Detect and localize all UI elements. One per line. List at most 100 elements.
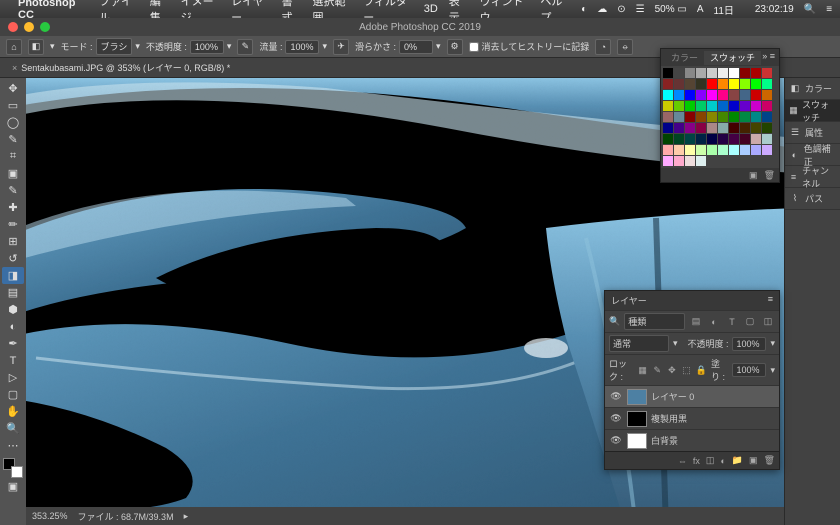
- swatch-color[interactable]: [696, 134, 706, 144]
- layer-fx-icon[interactable]: fx: [693, 456, 700, 466]
- swatch-color[interactable]: [718, 145, 728, 155]
- swatch-color[interactable]: [696, 101, 706, 111]
- swatch-color[interactable]: [751, 145, 761, 155]
- filter-shape-icon[interactable]: ▢: [743, 315, 757, 329]
- lasso-tool[interactable]: ◯: [2, 114, 24, 131]
- smoothing-input[interactable]: 0%: [399, 40, 433, 54]
- layer-opacity-input[interactable]: 100%: [732, 337, 766, 351]
- swatch-color[interactable]: [696, 90, 706, 100]
- swatch-color[interactable]: [740, 145, 750, 155]
- swatch-color[interactable]: [762, 123, 772, 133]
- search-icon[interactable]: 🔍: [804, 4, 816, 15]
- notification-icon[interactable]: ≡: [826, 4, 832, 15]
- swatch-color[interactable]: [707, 145, 717, 155]
- swatch-color[interactable]: [663, 90, 673, 100]
- swatch-color[interactable]: [718, 79, 728, 89]
- pressure-size-icon[interactable]: ◔: [595, 39, 611, 55]
- history-brush-tool[interactable]: ↺: [2, 250, 24, 267]
- swatch-color[interactable]: [729, 112, 739, 122]
- layer-thumbnail[interactable]: [627, 389, 647, 405]
- swatch-color[interactable]: [751, 79, 761, 89]
- pressure-opacity-icon[interactable]: ✎: [237, 39, 253, 55]
- hand-tool[interactable]: ✋: [2, 403, 24, 420]
- swatch-color[interactable]: [762, 79, 772, 89]
- swatch-color[interactable]: [674, 156, 684, 166]
- layer-row[interactable]: 👁 複製用黒: [605, 407, 779, 429]
- new-swatch-icon[interactable]: ▣: [749, 170, 758, 181]
- layers-panel-title[interactable]: レイヤー: [611, 294, 647, 307]
- color-swatch[interactable]: [3, 458, 23, 478]
- swatch-color[interactable]: [685, 112, 695, 122]
- swatch-color[interactable]: [663, 68, 673, 78]
- document-tab[interactable]: ×Sentakubasami.JPG @ 353% (レイヤー 0, RGB/8…: [4, 58, 238, 77]
- input-source-icon[interactable]: A: [697, 4, 704, 15]
- zoom-level[interactable]: 353.25%: [32, 511, 68, 521]
- symmetry-icon[interactable]: ⦵: [617, 39, 633, 55]
- swatch-color[interactable]: [751, 68, 761, 78]
- swatch-color[interactable]: [762, 112, 772, 122]
- frame-tool[interactable]: ▣: [2, 165, 24, 182]
- eyedropper-tool[interactable]: ✎: [2, 182, 24, 199]
- swatch-color[interactable]: [663, 101, 673, 111]
- layer-thumbnail[interactable]: [627, 411, 647, 427]
- swatch-color[interactable]: [718, 68, 728, 78]
- type-tool[interactable]: T: [2, 352, 24, 369]
- window-minimize-button[interactable]: [24, 22, 34, 32]
- smoothing-options-icon[interactable]: ⚙: [447, 39, 463, 55]
- swatch-color[interactable]: [696, 68, 706, 78]
- tab-swatches[interactable]: スウォッチ: [704, 51, 761, 65]
- eraser-tool[interactable]: ◨: [2, 267, 24, 284]
- swatch-color[interactable]: [729, 123, 739, 133]
- swatch-color[interactable]: [685, 134, 695, 144]
- lock-artboard-icon[interactable]: ⬚: [681, 363, 692, 377]
- swatch-color[interactable]: [696, 156, 706, 166]
- panel-paths[interactable]: ⌇パス: [785, 188, 840, 210]
- swatch-color[interactable]: [696, 145, 706, 155]
- opacity-input[interactable]: 100%: [190, 40, 224, 54]
- layer-name[interactable]: 白背景: [651, 434, 678, 447]
- swatch-color[interactable]: [663, 156, 673, 166]
- swatch-color[interactable]: [740, 112, 750, 122]
- visibility-icon[interactable]: 👁: [609, 413, 623, 424]
- visibility-icon[interactable]: 👁: [609, 391, 623, 402]
- lock-all-icon[interactable]: 🔒: [696, 363, 707, 377]
- filter-smart-icon[interactable]: ◫: [761, 315, 775, 329]
- swatch-color[interactable]: [707, 134, 717, 144]
- path-select-tool[interactable]: ▷: [2, 369, 24, 386]
- close-tab-icon[interactable]: ×: [12, 63, 17, 73]
- layer-name[interactable]: 複製用黒: [651, 412, 687, 425]
- swatch-color[interactable]: [685, 101, 695, 111]
- swatch-color[interactable]: [751, 134, 761, 144]
- menubar-time[interactable]: 23:02:19: [755, 4, 794, 15]
- swatch-color[interactable]: [718, 101, 728, 111]
- swatch-color[interactable]: [740, 123, 750, 133]
- panel-channels[interactable]: ≡チャンネル: [785, 166, 840, 188]
- layer-filter-select[interactable]: 種類: [624, 313, 685, 330]
- swatch-color[interactable]: [729, 90, 739, 100]
- swatch-color[interactable]: [729, 101, 739, 111]
- swatch-color[interactable]: [718, 134, 728, 144]
- crop-tool[interactable]: ⌗: [2, 148, 24, 165]
- swatch-color[interactable]: [729, 79, 739, 89]
- swatch-color[interactable]: [729, 145, 739, 155]
- status-menu-icon[interactable]: ▸: [184, 511, 189, 522]
- airbrush-icon[interactable]: ✈: [333, 39, 349, 55]
- filter-adjust-icon[interactable]: ◐: [707, 315, 721, 329]
- swatch-color[interactable]: [762, 90, 772, 100]
- delete-swatch-icon[interactable]: 🗑: [764, 170, 775, 181]
- marquee-tool[interactable]: ▭: [2, 97, 24, 114]
- layer-thumbnail[interactable]: [627, 433, 647, 449]
- quick-select-tool[interactable]: ✎: [2, 131, 24, 148]
- blend-mode-select[interactable]: 通常: [609, 335, 669, 352]
- swatch-color[interactable]: [663, 79, 673, 89]
- fill-input[interactable]: 100%: [732, 363, 766, 377]
- swatch-grid[interactable]: [661, 66, 779, 168]
- swatch-color[interactable]: [696, 123, 706, 133]
- edit-toolbar[interactable]: ⋯: [2, 437, 24, 454]
- filter-type-icon[interactable]: T: [725, 315, 739, 329]
- swatch-color[interactable]: [674, 101, 684, 111]
- swatch-color[interactable]: [707, 79, 717, 89]
- tool-preset-icon[interactable]: ◧: [28, 39, 44, 55]
- layer-mask-icon[interactable]: ◫: [706, 455, 715, 466]
- swatch-color[interactable]: [751, 112, 761, 122]
